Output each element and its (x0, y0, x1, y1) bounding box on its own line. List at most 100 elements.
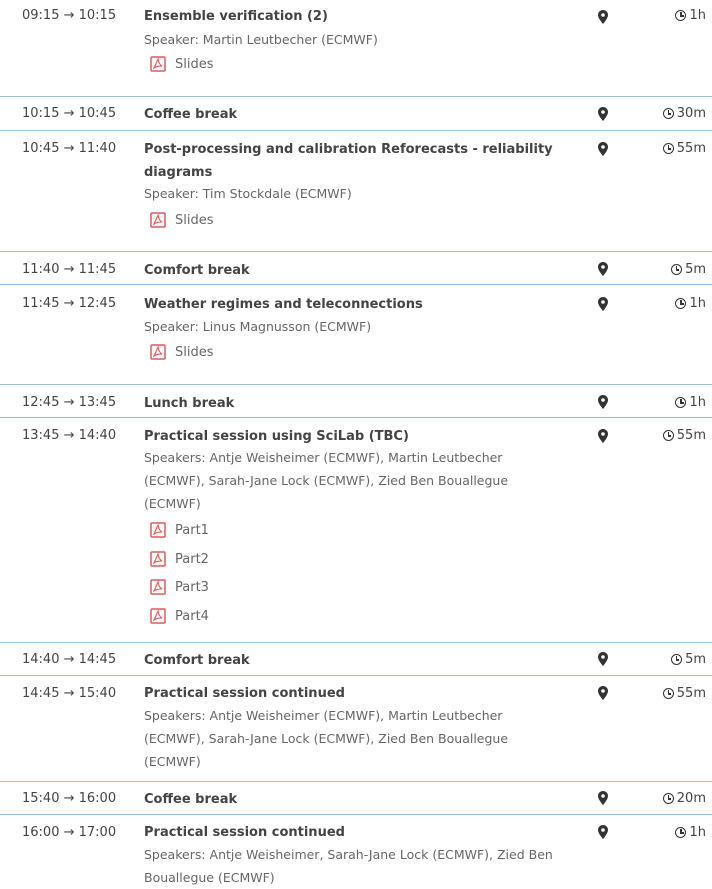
material-label: Part3 (175, 579, 209, 595)
clock-icon (675, 827, 687, 838)
map-marker-icon[interactable] (598, 429, 608, 443)
duration-value: 5m (685, 262, 706, 277)
entry-duration: 20m (662, 791, 706, 806)
duration-value: 5m (685, 652, 706, 667)
timetable-entry: 09:15 → 10:15 Ensemble verification (2) … (0, 0, 712, 96)
material-link[interactable]: Part2 (150, 551, 209, 567)
timetable-entry: 11:40 → 11:45 Comfort break 5m (0, 252, 712, 284)
duration-value: 1h (689, 8, 706, 23)
timetable-entry: 15:40 → 16:00 Coffee break 20m (0, 782, 712, 814)
entry-speaker: Speaker: Linus Magnusson (ECMWF) (144, 319, 372, 334)
pdf-file-icon (150, 579, 166, 595)
duration-value: 1h (689, 296, 706, 311)
entry-duration: 55m (662, 428, 706, 443)
entry-duration: 5m (671, 652, 706, 667)
entry-time: 14:40 → 14:45 (22, 652, 117, 667)
entry-duration: 30m (662, 106, 706, 121)
entry-title[interactable]: Practical session continued (144, 821, 574, 844)
pdf-file-icon (150, 522, 166, 538)
entry-time: 12:45 → 13:45 (22, 395, 117, 410)
entry-time: 14:45 → 15:40 (22, 686, 117, 701)
entry-time: 09:15 → 10:15 (22, 8, 117, 23)
map-marker-icon[interactable] (598, 825, 608, 839)
clock-icon (662, 793, 674, 804)
entry-title[interactable]: Practical session continued (144, 682, 574, 705)
material-link[interactable]: Part1 (150, 522, 209, 538)
map-marker-icon[interactable] (598, 107, 608, 121)
entry-speaker: Speakers: Antje Weisheimer, Sarah-Jane L… (144, 847, 553, 885)
entry-speaker: Speakers: Antje Weisheimer (ECMWF), Mart… (144, 450, 509, 511)
duration-value: 20m (676, 791, 706, 806)
entry-duration: 1h (675, 825, 706, 840)
clock-icon (662, 108, 674, 119)
pdf-file-icon (150, 344, 166, 360)
entry-time: 10:15 → 10:45 (22, 106, 117, 121)
entry-duration: 5m (671, 262, 706, 277)
entry-time: 15:40 → 16:00 (22, 791, 117, 806)
duration-value: 55m (676, 686, 706, 701)
material-link[interactable]: Part3 (150, 579, 209, 595)
entry-title: Coffee break (144, 792, 238, 807)
clock-icon (662, 143, 674, 154)
duration-value: 55m (676, 141, 706, 156)
pdf-file-icon (150, 212, 166, 228)
duration-value: 1h (689, 395, 706, 410)
entry-title[interactable]: Post-processing and calibration Reforeca… (144, 138, 574, 184)
duration-value: 55m (676, 428, 706, 443)
map-marker-icon[interactable] (598, 142, 608, 156)
material-link[interactable]: Part4 (150, 608, 209, 624)
entry-time: 11:45 → 12:45 (22, 296, 117, 311)
entry-time: 10:45 → 11:40 (22, 141, 117, 156)
pdf-file-icon (150, 608, 166, 624)
entry-speaker: Speakers: Antje Weisheimer (ECMWF), Mart… (144, 708, 509, 769)
entry-duration: 1h (675, 296, 706, 311)
map-marker-icon[interactable] (598, 395, 608, 409)
timetable-entry: 14:45 → 15:40 Practical session continue… (0, 676, 712, 781)
material-label: Slides (175, 344, 214, 360)
entry-duration: 1h (675, 395, 706, 410)
clock-icon (662, 688, 674, 699)
entry-title: Comfort break (144, 653, 250, 668)
pdf-file-icon (150, 56, 166, 72)
clock-icon (675, 10, 687, 21)
material-link[interactable]: Slides (150, 344, 214, 360)
map-marker-icon[interactable] (598, 652, 608, 666)
material-link[interactable]: Slides (150, 212, 214, 228)
clock-icon (671, 264, 683, 275)
map-marker-icon[interactable] (598, 297, 608, 311)
entry-duration: 1h (675, 8, 706, 23)
entry-time: 11:40 → 11:45 (22, 262, 117, 277)
map-marker-icon[interactable] (598, 10, 608, 24)
timetable-entry: 12:45 → 13:45 Lunch break 1h (0, 385, 712, 417)
map-marker-icon[interactable] (598, 686, 608, 700)
clock-icon (675, 397, 687, 408)
entry-title: Comfort break (144, 263, 250, 278)
material-label: Slides (175, 56, 214, 72)
entry-title[interactable]: Practical session using SciLab (TBC) (144, 425, 574, 448)
entry-time: 16:00 → 17:00 (22, 825, 117, 840)
timetable-entry: 13:45 → 14:40 Practical session using Sc… (0, 418, 712, 640)
timetable-entry: 16:00 → 17:00 Practical session continue… (0, 815, 712, 886)
clock-icon (671, 654, 683, 665)
material-label: Slides (175, 212, 214, 228)
material-link[interactable]: Slides (150, 56, 214, 72)
entry-time: 13:45 → 14:40 (22, 428, 117, 443)
entry-speaker: Speaker: Martin Leutbecher (ECMWF) (144, 32, 378, 47)
material-label: Part4 (175, 608, 209, 624)
timetable-entry: 11:45 → 12:45 Weather regimes and teleco… (0, 285, 712, 384)
entry-duration: 55m (662, 686, 706, 701)
timetable-entry: 10:15 → 10:45 Coffee break 30m (0, 97, 712, 130)
material-label: Part2 (175, 551, 209, 567)
timetable-entry: 10:45 → 11:40 Post-processing and calibr… (0, 131, 712, 251)
duration-value: 30m (676, 106, 706, 121)
entry-title: Coffee break (144, 107, 238, 122)
map-marker-icon[interactable] (598, 791, 608, 805)
entry-speaker: Speaker: Tim Stockdale (ECMWF) (144, 186, 352, 201)
entry-title: Lunch break (144, 396, 235, 411)
entry-title[interactable]: Weather regimes and teleconnections (144, 293, 574, 316)
material-label: Part1 (175, 522, 209, 538)
clock-icon (675, 298, 687, 309)
clock-icon (662, 430, 674, 441)
entry-title[interactable]: Ensemble verification (2) (144, 5, 574, 28)
map-marker-icon[interactable] (598, 262, 608, 276)
